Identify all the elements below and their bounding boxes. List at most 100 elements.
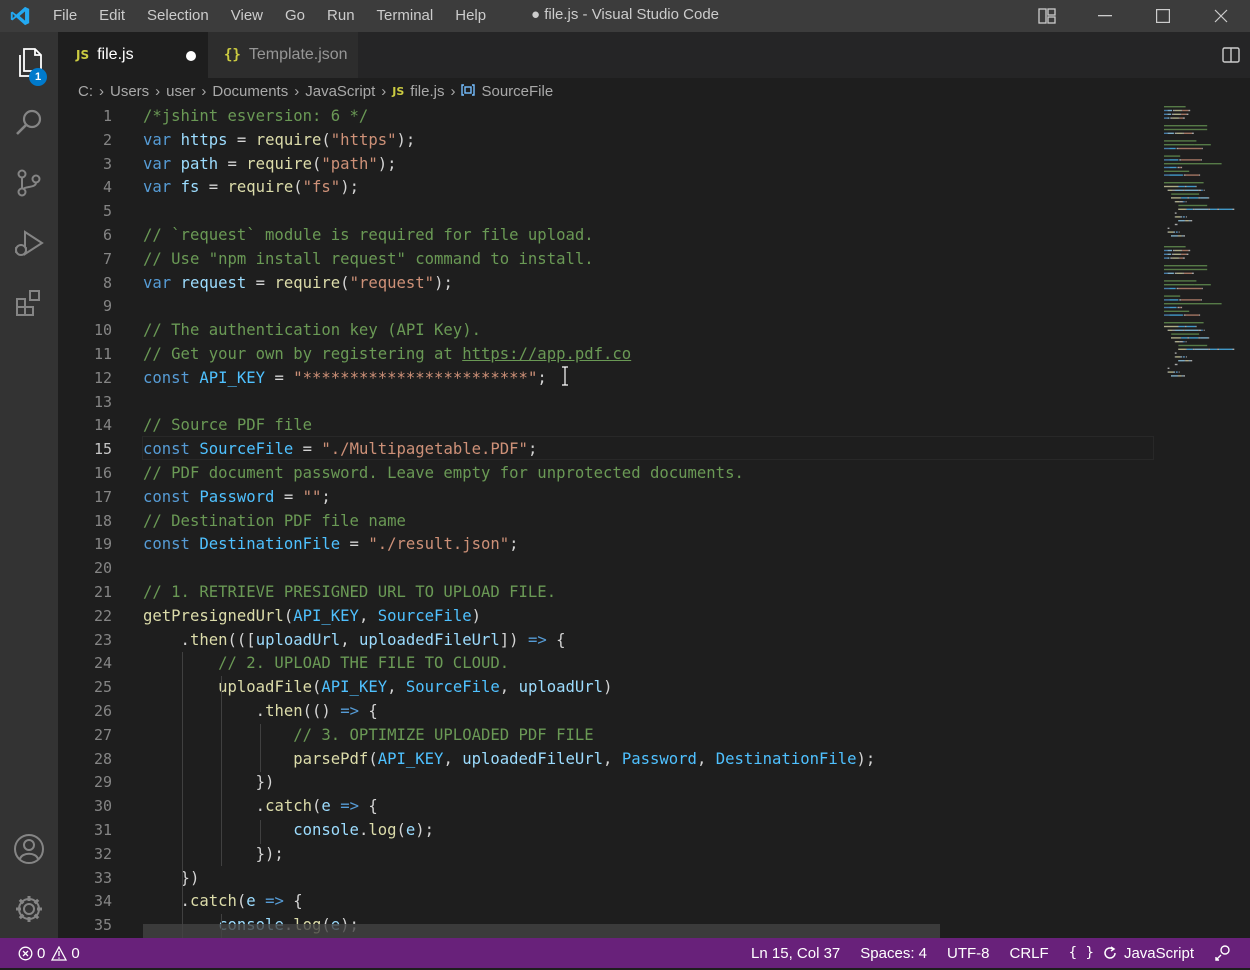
- menu-run[interactable]: Run: [316, 0, 366, 32]
- code-editor[interactable]: 1 /*jshint esversion: 6 */ 2 var https = re…: [58, 104, 1250, 938]
- breadcrumb-documents[interactable]: Documents: [212, 83, 288, 100]
- code-line[interactable]: 8 var request = require("request");: [58, 271, 1158, 295]
- run-debug-button[interactable]: [0, 214, 58, 272]
- braces-icon[interactable]: { }: [1069, 938, 1094, 968]
- breadcrumb-symbol[interactable]: SourceFile: [481, 83, 553, 100]
- accounts-button[interactable]: [0, 820, 58, 878]
- minimap-mark: [1173, 329, 1175, 331]
- minimap-mark: [1164, 155, 1181, 157]
- code-line[interactable]: 19 const DestinationFile = "./result.json…: [58, 532, 1158, 556]
- source-control-button[interactable]: [0, 154, 58, 212]
- minimap-mark: [1164, 268, 1208, 271]
- indentation[interactable]: Spaces: 4: [860, 938, 927, 968]
- code-token: console: [293, 821, 359, 839]
- code-line[interactable]: 6 // `request` module is required for fil…: [58, 223, 1158, 247]
- encoding[interactable]: UTF-8: [947, 938, 990, 968]
- code-line[interactable]: 34 .catch(e => {: [58, 889, 1158, 913]
- minimap-mark: [1172, 117, 1179, 119]
- breadcrumb-drive[interactable]: C:: [78, 83, 93, 100]
- horizontal-scrollbar[interactable]: [143, 924, 940, 938]
- code-line[interactable]: 26 .then(() => {: [58, 699, 1158, 723]
- code-token: const: [143, 368, 200, 387]
- code-line[interactable]: 4 var fs = require("fs");: [58, 175, 1158, 199]
- code-line[interactable]: 9: [58, 294, 1158, 318]
- extensions-button[interactable]: [0, 274, 58, 332]
- menu-selection[interactable]: Selection: [136, 0, 220, 32]
- code-line[interactable]: 16 // PDF document password. Leave empty …: [58, 461, 1158, 485]
- minimize-button[interactable]: [1076, 0, 1134, 32]
- code-line[interactable]: 23 .then(([uploadUrl, uploadedFileUrl]) …: [58, 628, 1158, 652]
- code-line[interactable]: 32 });: [58, 842, 1158, 866]
- tab-template-json[interactable]: {} Template.json: [208, 32, 358, 78]
- code-line[interactable]: 3 var path = require("path");: [58, 152, 1158, 176]
- minimap-mark: [1178, 185, 1185, 188]
- sync-icon[interactable]: [1102, 938, 1118, 968]
- breadcrumb-file[interactable]: file.js: [410, 83, 444, 100]
- code-token: .: [143, 702, 266, 720]
- minimap-mark: [1201, 189, 1203, 191]
- code-line[interactable]: 27 // 3. OPTIMIZE UPLOADED PDF FILE: [58, 723, 1158, 747]
- breadcrumb-user[interactable]: user: [166, 83, 195, 100]
- search-button[interactable]: [0, 94, 58, 152]
- minimap-mark: [1171, 337, 1181, 339]
- feedback-button[interactable]: [1214, 938, 1232, 968]
- code-line[interactable]: 28 parsePdf(API_KEY, uploadedFileUrl, Pa…: [58, 747, 1158, 771]
- split-editor-button[interactable]: [1220, 44, 1242, 66]
- code-line[interactable]: 22 getPresignedUrl(API_KEY, SourceFile): [58, 604, 1158, 628]
- minimap-mark: [1167, 227, 1170, 229]
- code-line[interactable]: 24 // 2. UPLOAD THE FILE TO CLOUD.: [58, 651, 1158, 675]
- menu-edit[interactable]: Edit: [88, 0, 136, 32]
- minimap-mark: [1171, 235, 1178, 237]
- code-line[interactable]: 11 // Get your own by registering at http…: [58, 342, 1158, 366]
- minimap-mark: [1164, 125, 1208, 127]
- minimap[interactable]: [1162, 104, 1242, 394]
- end-of-line[interactable]: CRLF: [1010, 938, 1049, 968]
- code-text: var request = require("request");: [143, 274, 453, 292]
- breadcrumb-javascript[interactable]: JavaScript: [305, 83, 375, 100]
- line-number: 12: [93, 368, 112, 387]
- minimap-mark: [1185, 348, 1187, 350]
- minimap-mark: [1185, 356, 1187, 358]
- code-line[interactable]: 7 // Use "npm install request" command to…: [58, 247, 1158, 271]
- code-line[interactable]: 1 /*jshint esversion: 6 */: [58, 104, 1158, 128]
- code-line[interactable]: 12 const API_KEY = "*********************…: [58, 366, 1158, 390]
- code-line[interactable]: 30 .catch(e => {: [58, 794, 1158, 818]
- code-line[interactable]: 21 // 1. RETRIEVE PRESIGNED URL TO UPLOAD…: [58, 580, 1158, 604]
- maximize-button[interactable]: [1134, 0, 1192, 32]
- tab-file-js[interactable]: JS file.js: [58, 32, 208, 78]
- layout-icon: [1038, 8, 1056, 24]
- extensions-icon: [16, 290, 40, 316]
- unsaved-dot-icon[interactable]: [186, 51, 196, 61]
- customize-layout-button[interactable]: [1018, 0, 1076, 32]
- code-token: log: [368, 821, 397, 839]
- code-token: (: [368, 749, 378, 768]
- code-line[interactable]: 15 const SourceFile = "./Multipagetable.P…: [58, 437, 1158, 461]
- code-line[interactable]: 33 }): [58, 866, 1158, 890]
- explorer-button[interactable]: 1: [0, 34, 58, 92]
- code-line[interactable]: 18 // Destination PDF file name: [58, 509, 1158, 533]
- minimap-mark: [1181, 306, 1183, 309]
- code-line[interactable]: 31 console.log(e);: [58, 818, 1158, 842]
- menu-help[interactable]: Help: [444, 0, 497, 32]
- breadcrumb-users[interactable]: Users: [110, 83, 149, 100]
- code-line[interactable]: 25 uploadFile(API_KEY, SourceFile, uploa…: [58, 675, 1158, 699]
- title-bar: File Edit Selection View Go Run Terminal…: [0, 0, 1250, 32]
- menu-view[interactable]: View: [220, 0, 274, 32]
- cursor-position[interactable]: Ln 15, Col 37: [751, 938, 840, 968]
- close-button[interactable]: [1192, 0, 1250, 32]
- code-token: ,: [696, 749, 716, 768]
- language-mode[interactable]: JavaScript: [1124, 938, 1194, 968]
- menu-file[interactable]: File: [42, 0, 88, 32]
- code-line[interactable]: 29 }): [58, 770, 1158, 794]
- problems-indicator[interactable]: 0 0: [0, 938, 80, 968]
- manage-button[interactable]: [0, 880, 58, 938]
- menu-terminal[interactable]: Terminal: [366, 0, 445, 32]
- code-line[interactable]: 10 // The authentication key (API Key).: [58, 318, 1158, 342]
- code-line[interactable]: 17 const Password = "";: [58, 485, 1158, 509]
- code-line[interactable]: 5: [58, 199, 1158, 223]
- menu-go[interactable]: Go: [274, 0, 316, 32]
- code-line[interactable]: 14 // Source PDF file: [58, 413, 1158, 437]
- code-line[interactable]: 13: [58, 390, 1158, 414]
- code-line[interactable]: 2 var https = require("https");: [58, 128, 1158, 152]
- code-line[interactable]: 20: [58, 556, 1158, 580]
